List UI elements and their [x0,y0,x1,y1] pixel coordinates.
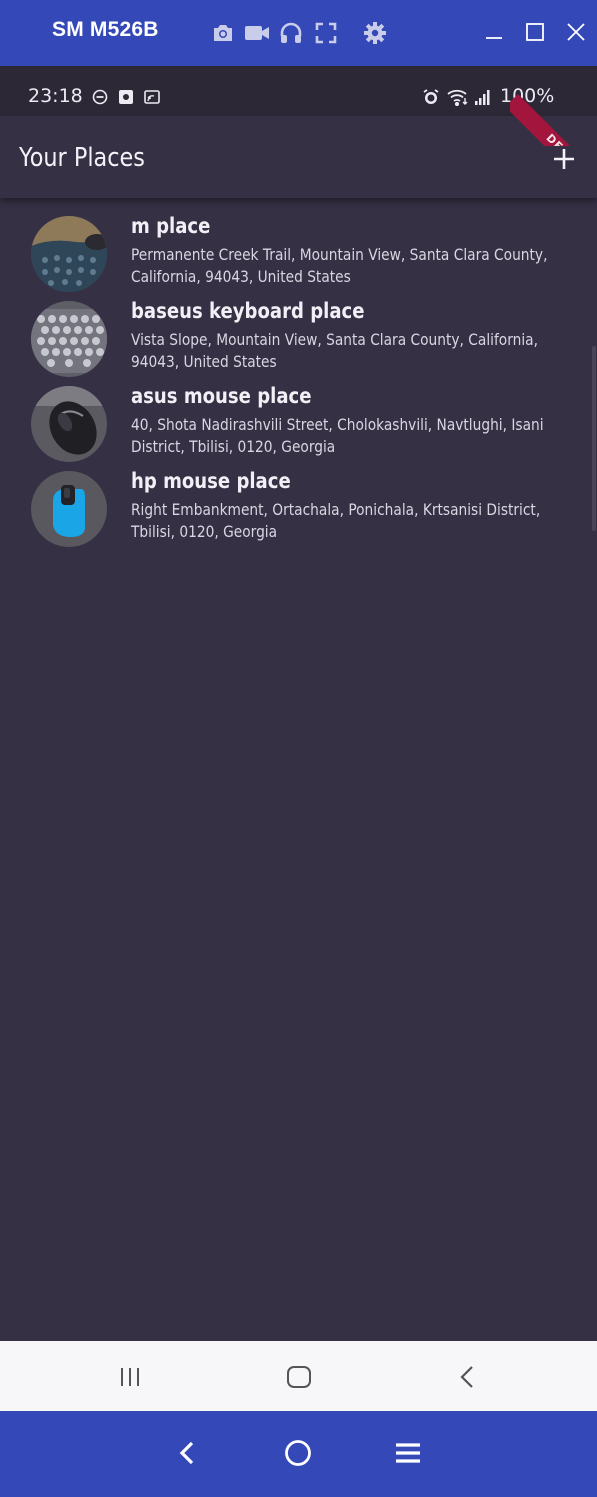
page-title: Your Places [19,143,145,173]
wifi-icon [446,87,470,107]
camera-icon[interactable] [210,20,236,46]
place-list-item[interactable]: baseus keyboard place Vista Slope, Mount… [0,297,597,382]
scrollbar[interactable] [592,346,596,531]
battery-level: 100% [500,85,555,107]
android-navigation-bar [0,1341,597,1411]
host-home-icon[interactable] [282,1437,314,1469]
window-title: SM M526B [52,18,159,41]
place-address: Right Embankment, Ortachala, Ponichala, … [131,500,541,541]
app-notification-icon [118,87,134,107]
add-place-button[interactable] [549,144,579,174]
place-thumbnail [31,216,107,292]
plus-icon [554,149,574,169]
place-name: hp mouse place [131,469,291,493]
headphones-icon[interactable] [278,20,304,46]
settings-gear-icon[interactable] [362,20,388,46]
place-address: Vista Slope, Mountain View, Santa Clara … [131,330,538,371]
phone-screen: 23:18 100% DEBUG Your Places [0,66,597,1411]
status-bar: 23:18 100% [0,66,597,116]
place-list-item[interactable]: m place Permanente Creek Trail, Mountain… [0,212,597,297]
place-name: asus mouse place [131,384,312,408]
host-menu-icon[interactable] [392,1437,424,1469]
cast-icon [144,87,162,107]
minimize-icon[interactable] [480,18,508,46]
maximize-icon[interactable] [521,18,549,46]
alarm-icon [422,87,440,107]
place-list-item[interactable]: asus mouse place 40, Shota Nadirashvili … [0,382,597,467]
blue-mouse-photo [31,471,107,547]
place-address: 40, Shota Nadirashvili Street, Cholokash… [131,415,544,456]
host-navigation-bar [0,1411,597,1497]
video-record-icon[interactable] [244,20,270,46]
place-thumbnail [31,386,107,462]
app-bar: Your Places [0,116,597,198]
fullscreen-icon[interactable] [313,20,339,46]
keyboard-photo [31,301,107,377]
status-time: 23:18 [28,85,83,107]
mouse-photo [31,386,107,462]
place-name: m place [131,214,211,238]
home-icon[interactable] [284,1363,314,1391]
place-list-item[interactable]: hp mouse place Right Embankment, Ortacha… [0,467,597,552]
host-back-icon[interactable] [171,1437,203,1469]
window-title-bar: SM M526B [0,0,597,66]
signal-icon [474,87,492,107]
place-thumbnail [31,301,107,377]
do-not-disturb-icon [92,87,108,107]
place-thumbnail [31,471,107,547]
place-name: baseus keyboard place [131,299,365,323]
mat-photo [31,216,107,292]
recent-apps-icon[interactable] [115,1363,145,1391]
close-icon[interactable] [562,18,590,46]
place-address: Permanente Creek Trail, Mountain View, S… [131,245,548,286]
back-icon[interactable] [453,1363,483,1391]
